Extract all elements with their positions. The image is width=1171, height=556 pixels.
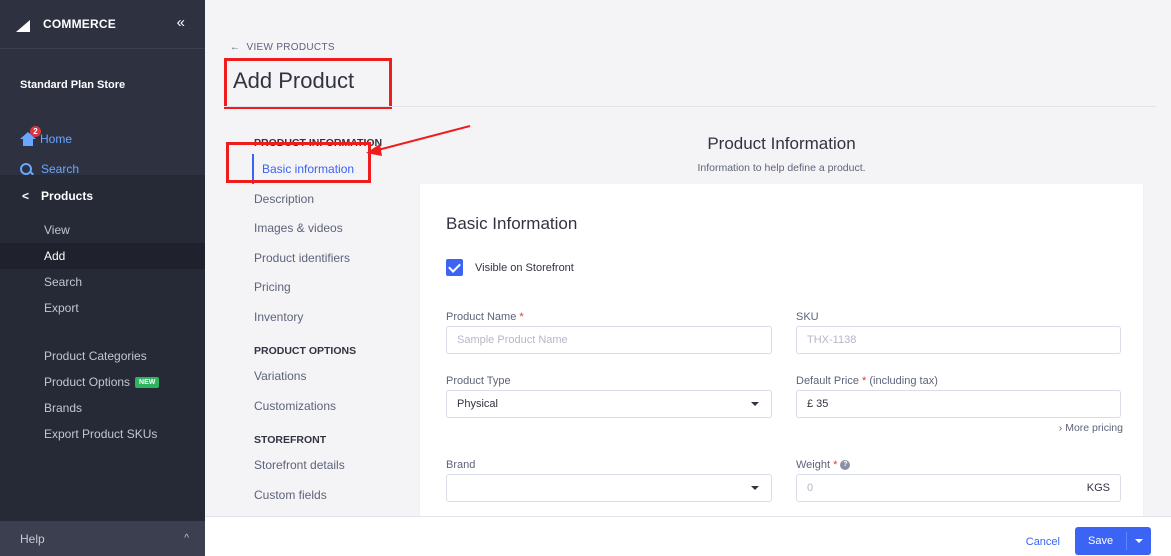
- chevron-up-icon: ^: [184, 533, 189, 544]
- section-header-product-options: PRODUCT OPTIONS: [254, 344, 357, 357]
- sidebar-item-product-options[interactable]: Product Options NEW: [0, 369, 205, 395]
- section-header-storefront: STOREFRONT: [254, 433, 327, 446]
- more-pricing-link[interactable]: › More pricing: [1059, 422, 1123, 434]
- sku-input[interactable]: THX-1138: [796, 326, 1121, 354]
- collapse-sidebar-icon[interactable]: «: [177, 14, 185, 31]
- info-header: Product Information Information to help …: [420, 134, 1143, 174]
- product-name-input[interactable]: Sample Product Name: [446, 326, 772, 354]
- sidebar-item-product-categories[interactable]: Product Categories: [0, 343, 205, 369]
- store-name[interactable]: Standard Plan Store: [0, 48, 205, 120]
- annotation-box-title: [224, 58, 392, 109]
- logo-mark-icon: [16, 16, 42, 32]
- product-type-select[interactable]: Physical: [446, 390, 772, 418]
- product-type-label: Product Type: [446, 375, 511, 387]
- notification-badge: 2: [30, 126, 41, 137]
- brand-select[interactable]: [446, 474, 772, 502]
- sku-label: SKU: [796, 311, 819, 323]
- section-link-description[interactable]: Description: [254, 184, 404, 214]
- product-type-value: Physical: [457, 398, 498, 410]
- annotation-box-basic-information: [226, 142, 371, 183]
- chevron-down-icon: [751, 486, 759, 490]
- nav-home-label: Home: [40, 132, 73, 146]
- brand-label: Brand: [446, 459, 476, 471]
- weight-unit: KGS: [1086, 482, 1110, 494]
- section-nav: PRODUCT INFORMATION Basic information De…: [252, 132, 404, 510]
- help-label: Help: [20, 531, 45, 546]
- weight-input[interactable]: 0 KGS: [796, 474, 1121, 502]
- info-subtitle: Information to help define a product.: [697, 162, 866, 174]
- section-link-storefront-details[interactable]: Storefront details: [254, 451, 404, 481]
- save-options-dropdown-icon[interactable]: [1135, 539, 1143, 543]
- header-divider: [224, 106, 1156, 107]
- card-title: Basic Information: [446, 214, 578, 233]
- section-link-inventory[interactable]: Inventory: [254, 302, 404, 332]
- visible-label: Visible on Storefront: [475, 261, 574, 274]
- section-link-product-identifiers[interactable]: Product identifiers: [254, 243, 404, 273]
- home-icon: 2: [20, 126, 41, 146]
- section-link-custom-fields[interactable]: Custom fields: [254, 480, 404, 510]
- nav-home[interactable]: 2 Home: [0, 124, 205, 154]
- sidebar-item-export-skus[interactable]: Export Product SKUs: [0, 421, 205, 447]
- footer-bar: Cancel Save: [205, 516, 1171, 556]
- products-submenu: < Products View Add Search Export Produc…: [0, 175, 205, 521]
- back-link[interactable]: ← VIEW PRODUCTS: [230, 42, 335, 53]
- chevron-down-icon: [751, 402, 759, 406]
- weight-label: Weight *?: [796, 459, 851, 471]
- info-title: Product Information: [707, 134, 856, 153]
- arrow-left-icon: ←: [230, 42, 244, 53]
- sidebar-item-brands[interactable]: Brands: [0, 395, 205, 421]
- sidebar: COMMERCE « Standard Plan Store 2 Home Se…: [0, 0, 205, 556]
- bigcommerce-logo[interactable]: COMMERCE: [16, 16, 116, 32]
- sidebar-item-export[interactable]: Export: [0, 295, 205, 321]
- section-link-variations[interactable]: Variations: [254, 362, 404, 392]
- sidebar-item-product-options-label: Product Options: [44, 375, 131, 389]
- section-link-pricing[interactable]: Pricing: [254, 273, 404, 303]
- search-icon: [20, 162, 33, 176]
- nav-search-label: Search: [41, 162, 80, 176]
- help-button[interactable]: Help ^: [0, 521, 205, 556]
- visible-on-storefront[interactable]: Visible on Storefront: [446, 259, 574, 276]
- back-link-label: VIEW PRODUCTS: [246, 42, 335, 53]
- sidebar-item-add[interactable]: Add: [0, 243, 205, 269]
- basic-information-card: Basic Information Visible on Storefront …: [420, 184, 1143, 524]
- sidebar-item-view[interactable]: View: [0, 217, 205, 243]
- logo-text: COMMERCE: [43, 17, 116, 31]
- chevron-left-icon: <: [22, 189, 30, 203]
- main-content: ← VIEW PRODUCTS Add Product PRODUCT INFO…: [205, 0, 1171, 556]
- product-name-label: Product Name *: [446, 311, 524, 323]
- save-label: Save: [1088, 535, 1114, 547]
- weight-placeholder: 0: [807, 482, 814, 494]
- section-link-images-videos[interactable]: Images & videos: [254, 214, 404, 244]
- cancel-button[interactable]: Cancel: [1026, 536, 1060, 548]
- sidebar-header: COMMERCE «: [0, 0, 205, 48]
- products-title: Products: [41, 189, 94, 203]
- new-badge: NEW: [135, 376, 160, 388]
- help-icon: ?: [840, 460, 851, 471]
- default-price-label: Default Price * (including tax): [796, 375, 938, 387]
- visible-checkbox[interactable]: [446, 259, 463, 276]
- sidebar-item-search[interactable]: Search: [0, 269, 205, 295]
- section-link-customizations[interactable]: Customizations: [254, 391, 404, 421]
- save-button[interactable]: Save: [1075, 527, 1151, 555]
- default-price-input[interactable]: £ 35: [796, 390, 1121, 418]
- products-back-button[interactable]: < Products: [0, 175, 205, 217]
